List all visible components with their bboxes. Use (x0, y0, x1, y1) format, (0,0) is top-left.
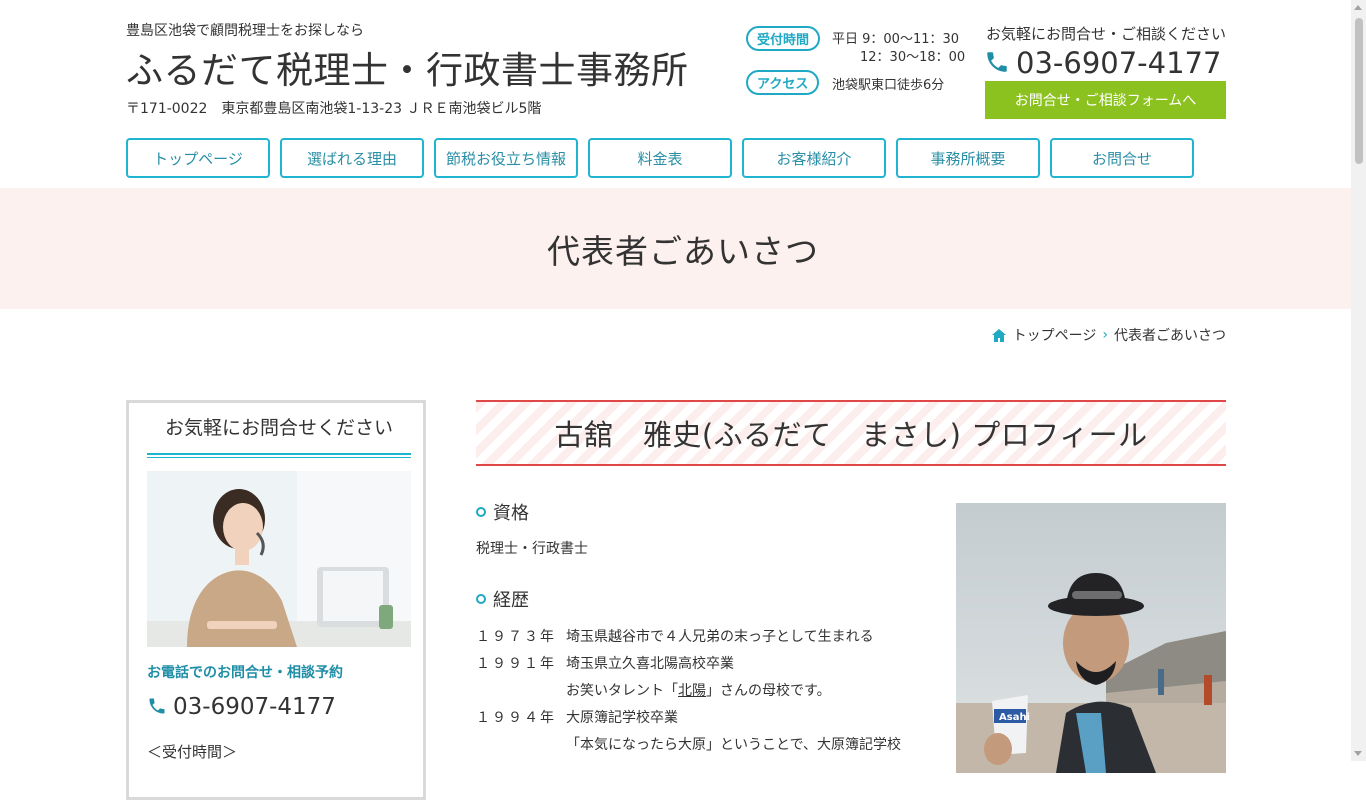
nav-item-clients[interactable]: お客様紹介 (742, 138, 886, 178)
page-title: 代表者ごあいさつ (547, 231, 819, 271)
sidebar-divider (147, 453, 411, 455)
office-address: 〒171-0022 東京都豊島区南池袋1-13-23 ＪＲＥ南池袋ビル5階 (126, 101, 542, 117)
header-phone-number: 03-6907-4177 (1016, 46, 1222, 80)
history-year: １９９１年 (476, 655, 556, 672)
history-text: 埼玉県越谷市で４人兄弟の末っ子として生まれる (566, 628, 874, 645)
history-row: １９９１年 埼玉県立久喜北陽高校卒業 (476, 649, 901, 676)
history-text: 大原簿記学校卒業 (566, 709, 678, 726)
breadcrumb-current: 代表者ごあいさつ (1114, 328, 1226, 344)
phone-icon (987, 52, 1007, 72)
site-title[interactable]: ふるだて税理士・行政書士事務所 (126, 40, 689, 94)
qualification-text: 税理士・行政書士 (476, 541, 588, 557)
svg-text:Asahi: Asahi (999, 712, 1030, 723)
history-text: お笑いタレント「北陽」さんの母校です。 (566, 680, 831, 700)
sidebar-phone[interactable]: 03-6907-4177 (147, 694, 336, 720)
home-icon (991, 328, 1006, 342)
profile-heading-box: 古舘 雅史(ふるだて まさし) プロフィール (476, 400, 1226, 466)
history-year: １９７３年 (476, 628, 556, 645)
nav-item-pricing[interactable]: 料金表 (588, 138, 732, 178)
bullet-icon (476, 594, 486, 604)
contact-form-button[interactable]: お問合せ・ご相談フォームへ (985, 81, 1226, 119)
sidebar-title: お気軽にお問合せください (164, 417, 393, 439)
hours-line-1: 平日 9：00〜11：30 (832, 32, 960, 47)
scroll-up-icon[interactable] (1354, 5, 1362, 10)
nav-item-about[interactable]: 事務所概要 (896, 138, 1040, 178)
history-row: お笑いタレント「北陽」さんの母校です。 (476, 676, 901, 703)
contact-label: お気軽にお問合せ・ご相談ください (986, 25, 1227, 43)
profile-photo: Asahi (956, 503, 1226, 773)
breadcrumb-home[interactable]: トップページ (1013, 325, 1097, 345)
career-title: 経歴 (493, 590, 529, 611)
history-row: １９７３年 埼玉県越谷市で４人兄弟の末っ子として生まれる (476, 622, 901, 649)
sidebar-tel-label: お電話でのお問合せ・相談予約 (147, 665, 343, 681)
history-row: 「本気になったら大原」ということで、大原簿記学校 (476, 730, 901, 757)
scrollbar-thumb[interactable] (1355, 18, 1363, 164)
career-history: １９７３年 埼玉県越谷市で４人兄弟の末っ子として生まれる １９９１年 埼玉県立久… (476, 622, 901, 757)
access-text: 池袋駅東口徒歩6分 (832, 78, 945, 93)
history-row: １９９４年 大原簿記学校卒業 (476, 703, 901, 730)
history-text-post: 」さんの母校です。 (706, 682, 831, 699)
operator-photo (147, 471, 411, 647)
header-phone[interactable]: 03-6907-4177 (984, 46, 1221, 80)
page-scrollbar[interactable] (1351, 0, 1366, 761)
hours-line-2: 12：30〜18：00 (860, 50, 966, 65)
sidebar-divider (147, 457, 411, 458)
history-text: 「本気になったら大原」ということで、大原簿記学校 (566, 736, 902, 753)
career-heading: 経歴 (476, 586, 529, 612)
sidebar-contact: お気軽にお問合せください お電話でのお問合せ・相談予約 03-6907-4177… (126, 400, 426, 800)
nav-item-contact[interactable]: お問合せ (1050, 138, 1194, 178)
global-nav: トップページ 選ばれる理由 節税お役立ち情報 料金表 お客様紹介 事務所概要 お… (126, 138, 1194, 178)
sidebar-phone-number: 03-6907-4177 (173, 694, 336, 720)
access-badge: アクセス (746, 70, 820, 95)
qualification-title: 資格 (493, 503, 529, 524)
history-text-pre: お笑いタレント「 (566, 682, 678, 699)
profile-heading: 古舘 雅史(ふるだて まさし) プロフィール (554, 418, 1148, 452)
history-text: 埼玉県立久喜北陽高校卒業 (566, 655, 734, 672)
page-title-band: 代表者ごあいさつ (0, 188, 1366, 309)
sidebar-hours-label: ＜受付時間＞ (147, 743, 238, 761)
hokuyo-link[interactable]: 北陽 (678, 683, 706, 699)
scroll-down-icon[interactable] (1354, 751, 1362, 756)
chevron-right-icon: › (1102, 327, 1108, 343)
nav-item-top[interactable]: トップページ (126, 138, 270, 178)
hours-badge: 受付時間 (746, 26, 821, 51)
site-tagline: 豊島区池袋で顧問税理士をお探しなら (126, 23, 364, 39)
nav-item-reasons[interactable]: 選ばれる理由 (280, 138, 424, 178)
history-year: １９９４年 (476, 709, 556, 726)
bullet-icon (476, 507, 486, 517)
nav-item-tax-tips[interactable]: 節税お役立ち情報 (434, 138, 578, 178)
qualification-heading: 資格 (476, 499, 529, 525)
breadcrumb: トップページ › 代表者ごあいさつ (991, 325, 1226, 345)
phone-icon (149, 698, 165, 714)
